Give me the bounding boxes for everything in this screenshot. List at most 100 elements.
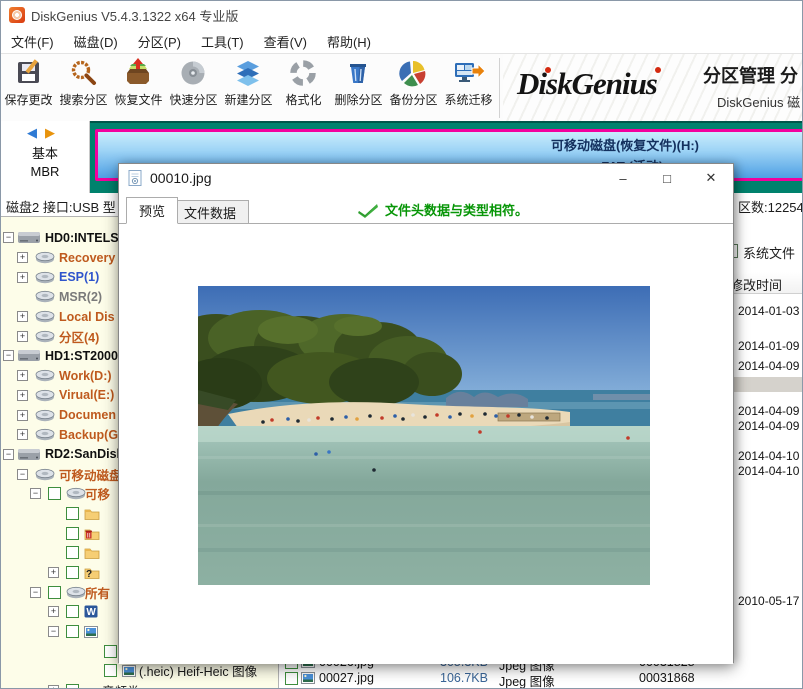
app-icon	[9, 7, 25, 23]
format-icon	[288, 57, 320, 89]
modified-time-cell: 2014-04-09	[738, 419, 803, 433]
dialog-tab-bar: 预览 文件数据 文件头数据与类型相符。	[119, 192, 733, 224]
tree-checkbox[interactable]	[66, 546, 79, 559]
tree-checkbox[interactable]	[66, 507, 79, 520]
menu-item-6[interactable]: 帮助(H)	[317, 29, 381, 54]
recover-button[interactable]: 恢复文件	[111, 54, 166, 120]
modified-time-cell: 2010-05-17	[738, 594, 803, 608]
tree-checkbox[interactable]	[48, 487, 61, 500]
tree-expand-toggle[interactable]: −	[48, 626, 59, 637]
tree-label: Virual(E:)	[59, 388, 114, 402]
tree-label: 音频类	[102, 681, 140, 689]
tree-expand-toggle[interactable]: +	[17, 272, 28, 283]
tree-expand-toggle[interactable]: −	[17, 469, 28, 480]
nav-forward-arrow[interactable]: ▶	[45, 125, 63, 140]
tree-expand-toggle[interactable]: +	[17, 429, 28, 440]
menu-item-5[interactable]: 查看(V)	[254, 29, 317, 54]
tab-file-data[interactable]: 文件数据	[171, 200, 249, 224]
tree-checkbox[interactable]	[66, 684, 79, 689]
tree-checkbox[interactable]	[66, 625, 79, 638]
tree-label: RD2:SanDisk	[45, 447, 124, 461]
tree-checkbox[interactable]	[104, 664, 117, 677]
tree-checkbox[interactable]	[66, 527, 79, 540]
delete-icon	[343, 57, 375, 89]
tree-expand-toggle[interactable]: −	[30, 587, 41, 598]
quick-button[interactable]: 快速分区	[166, 54, 221, 120]
tree-expand-toggle[interactable]: +	[17, 252, 28, 263]
tree-expand-toggle[interactable]: +	[17, 311, 28, 322]
recover-icon	[123, 57, 155, 89]
window-titlebar: DiskGenius V5.4.3.1322 x64 专业版	[1, 1, 803, 29]
music-icon: ♪	[84, 684, 96, 689]
status-message: 文件头数据与类型相符。	[385, 200, 528, 219]
file-name: 00027.jpg	[319, 671, 374, 685]
partition-icon	[35, 409, 55, 422]
dialog-minimize-button[interactable]: –	[601, 164, 645, 192]
newpart-button[interactable]: 新建分区	[221, 54, 276, 120]
backup-button-label: 备份分区	[389, 91, 437, 108]
image-file-icon	[301, 672, 315, 684]
newpart-button-label: 新建分区	[224, 91, 272, 108]
tree-expand-toggle[interactable]: −	[30, 488, 41, 499]
search-icon	[68, 57, 100, 89]
tree-expand-toggle[interactable]: −	[3, 232, 14, 243]
format-button[interactable]: 格式化	[276, 54, 331, 120]
delete-button-label: 删除分区	[334, 91, 382, 108]
newpart-icon	[233, 57, 265, 89]
tree-row--heic-heif-heic-图像[interactable]: (.heic) Heif-Heic 图像	[1, 661, 278, 681]
tree-label: 可移动磁盘	[59, 465, 122, 484]
dialog-maximize-button[interactable]: □	[645, 164, 689, 192]
modified-time-cell: 2014-04-10	[738, 449, 803, 463]
file-size: 106.7KB	[399, 671, 488, 685]
menu-item-3[interactable]: 分区(P)	[128, 29, 191, 54]
save-button-label: 保存更改	[4, 91, 52, 108]
tree-label: 可移	[85, 484, 110, 503]
tree-row-音频类[interactable]: + ♪ 音频类	[1, 681, 278, 689]
tree-checkbox[interactable]	[66, 605, 79, 618]
tree-expand-toggle[interactable]: −	[3, 449, 14, 460]
modified-time-column-header[interactable]: 修改时间	[730, 275, 782, 294]
tree-expand-toggle[interactable]: +	[48, 567, 59, 578]
menu-item-2[interactable]: 磁盘(D)	[64, 29, 128, 54]
file-checkbox[interactable]	[285, 672, 298, 685]
modified-time-cell: 2014-01-09	[738, 339, 803, 353]
tree-expand-toggle[interactable]: +	[17, 410, 28, 421]
migrate-icon	[453, 57, 485, 89]
file-row-00027.jpg[interactable]: 00027.jpg106.7KBJpeg 图像00031868	[279, 670, 803, 686]
tab-preview[interactable]: 预览	[126, 197, 178, 224]
search-button[interactable]: 搜索分区	[56, 54, 111, 120]
brand-tagline-top: 分区管理 分	[703, 62, 800, 88]
tree-expand-toggle[interactable]: +	[17, 390, 28, 401]
tree-expand-toggle[interactable]: +	[17, 370, 28, 381]
partition-icon	[35, 271, 55, 284]
partition-nav: ◀▶ 基本 MBR	[1, 121, 90, 193]
tree-expand-toggle[interactable]: +	[17, 331, 28, 342]
nav-back-arrow[interactable]: ◀	[27, 125, 45, 140]
partition-icon	[66, 586, 86, 599]
dialog-titlebar[interactable]: 00010.jpg – □ ✕	[119, 164, 733, 192]
deleted-folder-icon	[84, 527, 100, 540]
tree-expand-toggle[interactable]: +	[48, 685, 59, 689]
tree-checkbox[interactable]	[104, 645, 117, 658]
partition-icon	[35, 290, 55, 303]
backup-button[interactable]: 备份分区	[386, 54, 441, 120]
tree-checkbox[interactable]	[66, 566, 79, 579]
tree-label: Backup(G	[59, 428, 118, 442]
brand-area: DiskGenius 分区管理 分 DiskGenius 磁	[503, 54, 803, 121]
delete-button[interactable]: 删除分区	[331, 54, 386, 120]
save-icon	[13, 57, 45, 89]
menu-item-1[interactable]: 文件(F)	[1, 29, 64, 54]
migrate-button[interactable]: 系统迁移	[441, 54, 496, 120]
tree-checkbox[interactable]	[48, 586, 61, 599]
tree-expand-toggle[interactable]: +	[48, 606, 59, 617]
save-button[interactable]: 保存更改	[1, 54, 56, 120]
disk-icon	[17, 230, 41, 245]
svg-text:W: W	[86, 607, 96, 618]
tree-expand-toggle[interactable]: −	[3, 350, 14, 361]
image-file-icon	[84, 626, 98, 638]
toolbar: 保存更改搜索分区恢复文件快速分区新建分区格式化删除分区备份分区系统迁移 Disk…	[1, 53, 803, 123]
dialog-close-button[interactable]: ✕	[689, 164, 733, 192]
nav-label-top: 基本	[1, 143, 89, 162]
svg-text:?: ?	[86, 569, 92, 579]
menu-item-4[interactable]: 工具(T)	[191, 29, 254, 54]
